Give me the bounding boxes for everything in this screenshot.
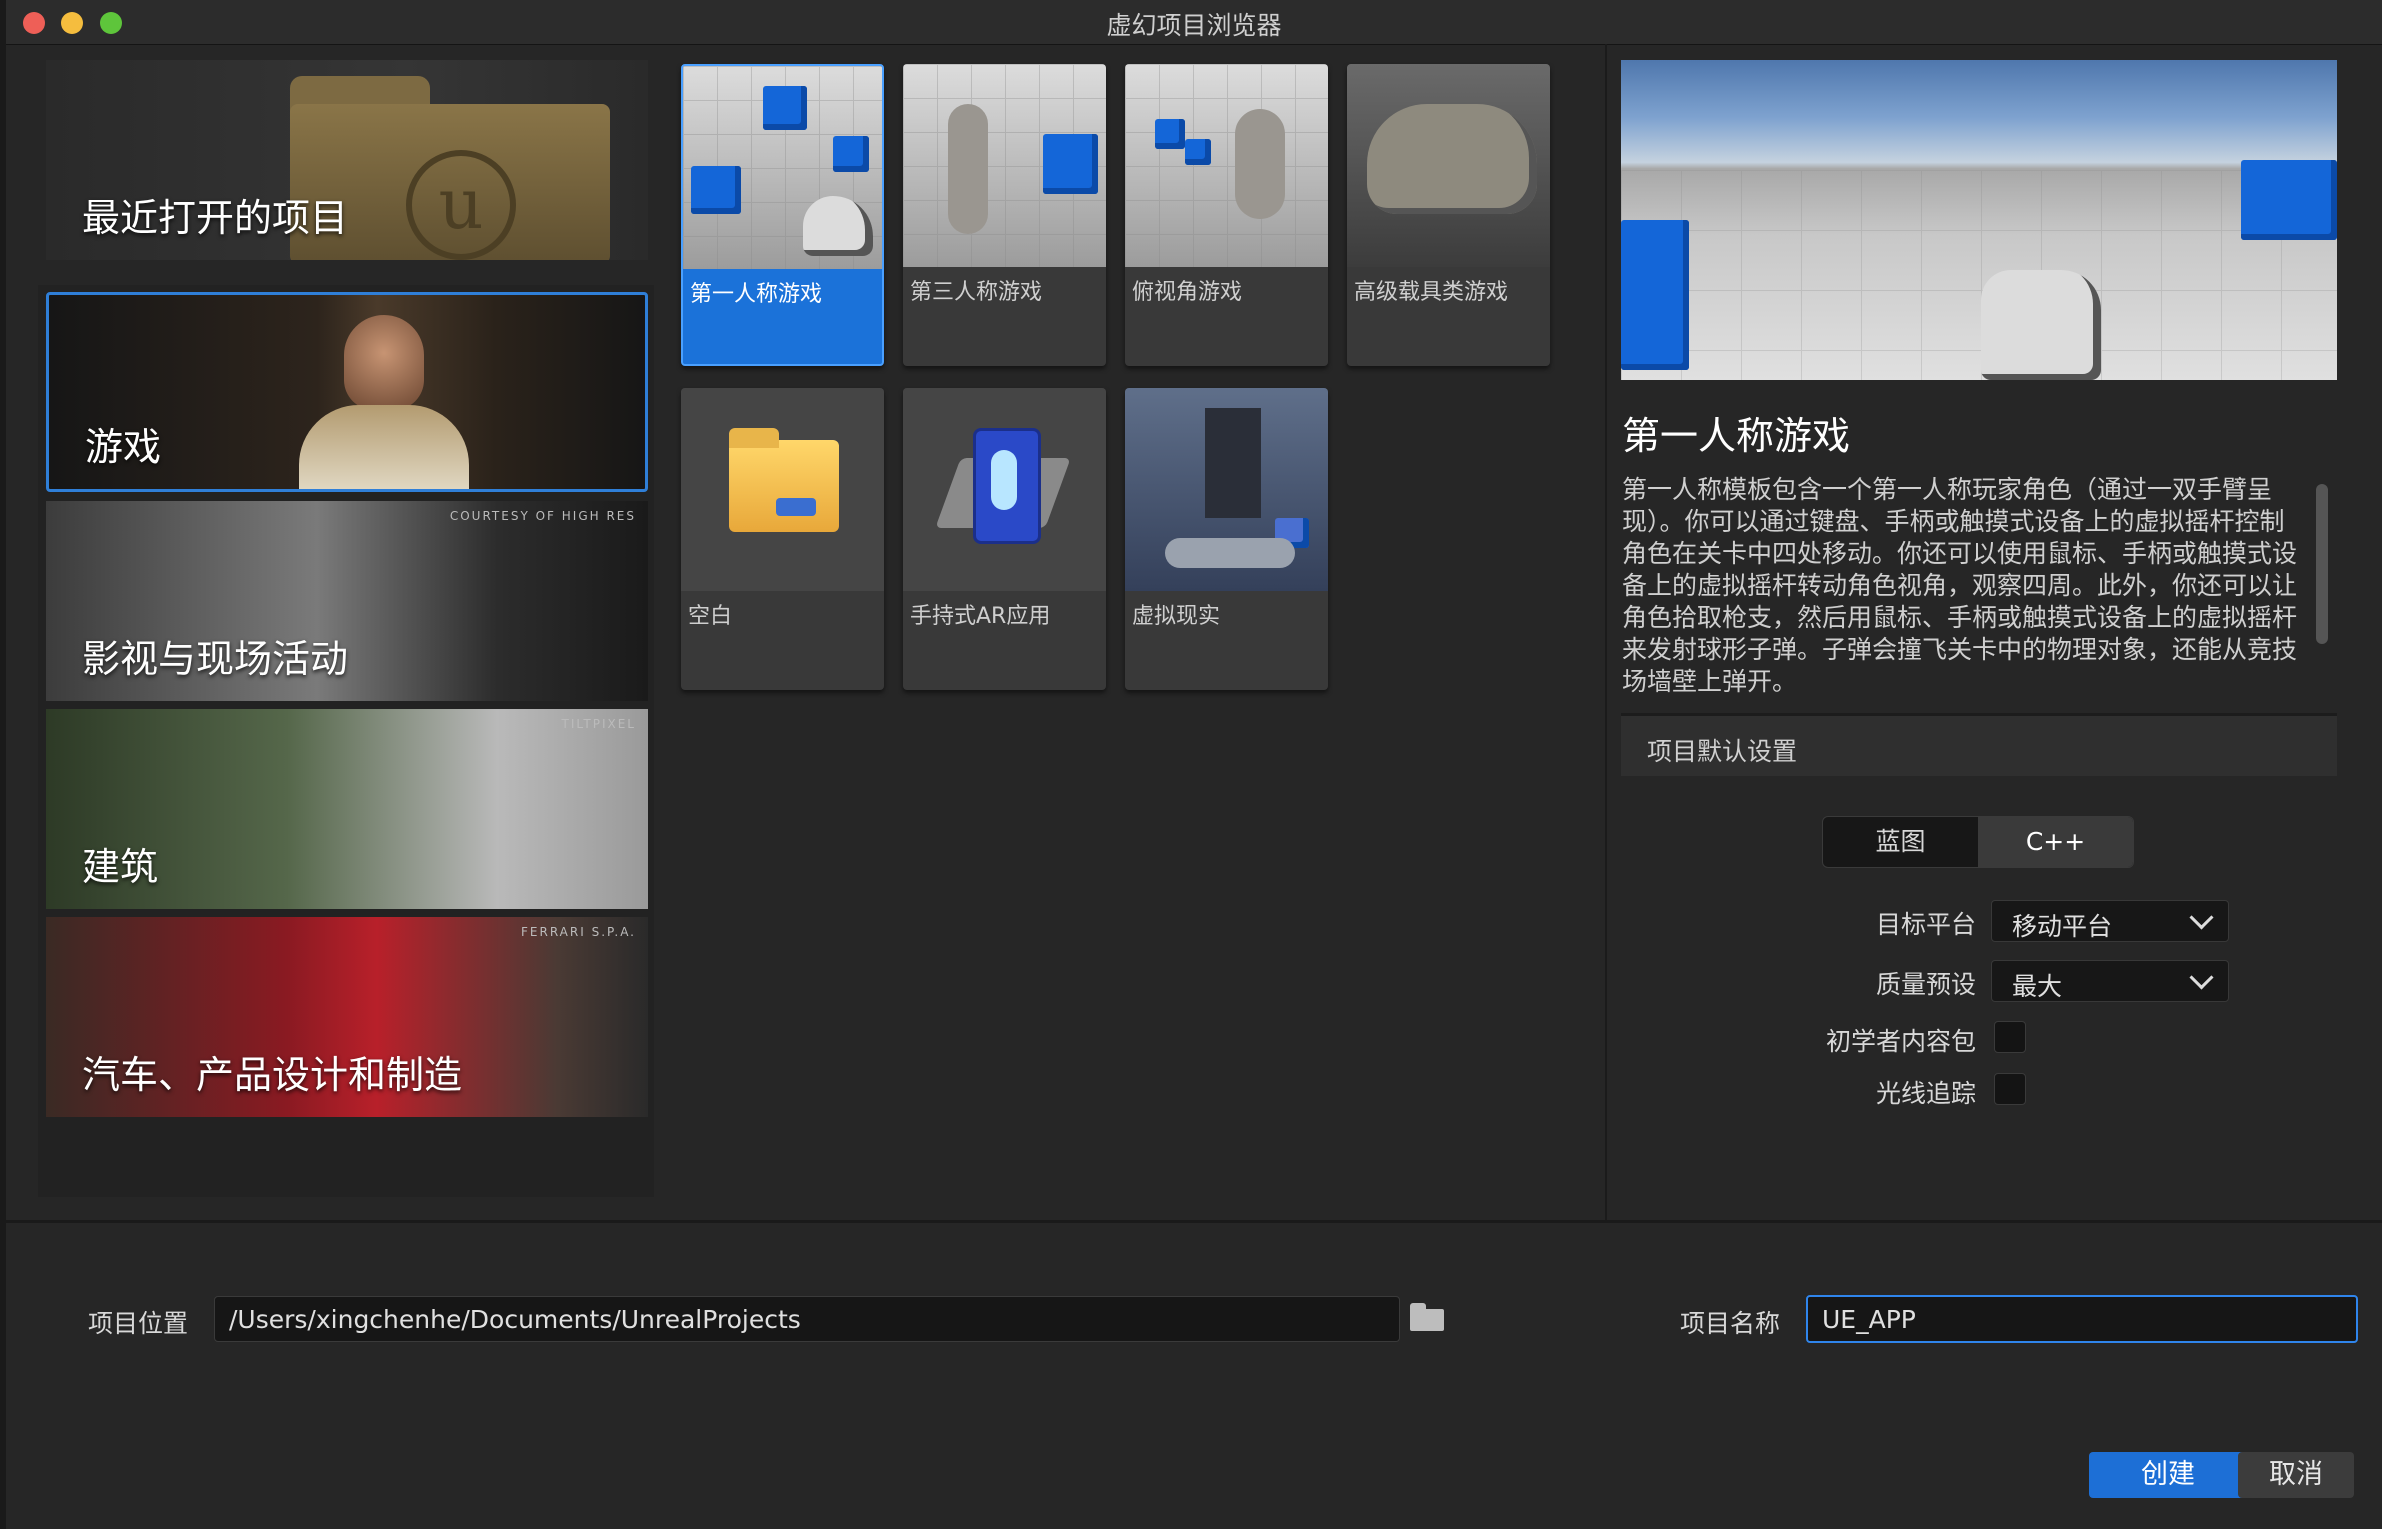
template-vehicle[interactable]: 高级载具类游戏 <box>1347 64 1550 366</box>
project-location-input[interactable] <box>215 1297 1399 1341</box>
toggle-blueprint[interactable]: 蓝图 <box>1823 817 1978 867</box>
template-label: 手持式AR应用 <box>910 604 1051 629</box>
category-architecture[interactable]: TILTPIXEL 建筑 <box>46 709 648 909</box>
template-label: 俯视角游戏 <box>1132 280 1243 305</box>
template-third-person[interactable]: 第三人称游戏 <box>903 64 1106 366</box>
template-first-person[interactable]: 第一人称游戏 <box>681 64 884 366</box>
category-film-live-events[interactable]: COURTESY OF HIGH RES 影视与现场活动 <box>46 501 648 701</box>
template-thumbnail <box>681 388 884 591</box>
template-thumbnail <box>903 64 1106 267</box>
template-title: 第一人称游戏 <box>1622 414 1851 458</box>
template-thumbnail <box>903 388 1106 591</box>
template-handheld-ar[interactable]: 手持式AR应用 <box>903 388 1106 690</box>
template-thumbnail <box>683 66 882 269</box>
title-bar: 虚幻项目浏览器 <box>6 0 2382 45</box>
target-platform-value: 移动平台 <box>2012 912 2113 941</box>
template-thumbnail <box>1125 64 1328 267</box>
template-thumbnail <box>1125 388 1328 591</box>
browse-folder-icon[interactable] <box>1410 1303 1446 1333</box>
cancel-button[interactable]: 取消 <box>2238 1452 2354 1498</box>
quality-preset-label: 质量预设 <box>1875 970 1976 999</box>
image-credit: TILTPIXEL <box>561 717 636 731</box>
quality-preset-dropdown[interactable]: 最大 <box>1991 960 2229 1002</box>
chevron-down-icon <box>2189 905 2214 930</box>
panel-divider <box>1605 44 1607 1220</box>
quality-preset-value: 最大 <box>2012 972 2063 1001</box>
project-location-label: 项目位置 <box>88 1309 189 1338</box>
raytracing-checkbox[interactable] <box>1994 1073 2026 1105</box>
template-label: 虚拟现实 <box>1132 604 1221 629</box>
character-image <box>344 315 424 410</box>
unreal-logo-icon: u <box>406 150 516 260</box>
project-name-field[interactable] <box>1806 1295 2358 1343</box>
category-recent-projects[interactable]: u 最近打开的项目 <box>46 60 648 260</box>
blueprint-cpp-toggle[interactable]: 蓝图 C++ <box>1822 816 2134 868</box>
category-label: 最近打开的项目 <box>82 196 349 240</box>
template-blank[interactable]: 空白 <box>681 388 884 690</box>
character-body-image <box>299 405 469 489</box>
category-label: 影视与现场活动 <box>82 637 349 681</box>
raytracing-label: 光线追踪 <box>1875 1079 1976 1108</box>
template-description: 第一人称模板包含一个第一人称玩家角色（通过一双手臂呈现）。你可以通过键盘、手柄或… <box>1622 475 2298 696</box>
image-credit: COURTESY OF HIGH RES <box>449 509 636 523</box>
category-label: 游戏 <box>85 425 162 469</box>
project-defaults-header[interactable]: 项目默认设置 <box>1621 713 2337 776</box>
project-browser-window: 虚幻项目浏览器 u 最近打开的项目 游戏 COURTESY OF HIGH RE… <box>6 0 2382 1529</box>
category-label: 汽车、产品设计和制造 <box>82 1053 463 1097</box>
description-scrollbar[interactable] <box>2316 484 2328 644</box>
category-games[interactable]: 游戏 <box>46 292 648 492</box>
template-thumbnail <box>1347 64 1550 267</box>
starter-content-label: 初学者内容包 <box>1825 1027 1976 1056</box>
template-label: 空白 <box>688 604 733 629</box>
project-defaults-label: 项目默认设置 <box>1647 737 1798 766</box>
image-credit: FERRARI S.P.A. <box>521 925 636 939</box>
starter-content-checkbox[interactable] <box>1994 1021 2026 1053</box>
template-top-down[interactable]: 俯视角游戏 <box>1125 64 1328 366</box>
target-platform-dropdown[interactable]: 移动平台 <box>1991 900 2229 942</box>
category-automotive[interactable]: FERRARI S.P.A. 汽车、产品设计和制造 <box>46 917 648 1117</box>
window-title: 虚幻项目浏览器 <box>1106 11 1282 40</box>
chevron-down-icon <box>2189 965 2214 990</box>
create-button[interactable]: 创建 <box>2089 1452 2247 1498</box>
project-location-field[interactable] <box>214 1296 1400 1342</box>
template-label: 高级载具类游戏 <box>1354 280 1509 305</box>
toggle-cpp[interactable]: C++ <box>1978 817 2133 867</box>
category-label: 建筑 <box>82 845 159 889</box>
project-name-label: 项目名称 <box>1680 1309 1781 1338</box>
template-preview-image <box>1621 60 2337 380</box>
project-name-input[interactable] <box>1808 1297 2356 1341</box>
template-virtual-reality[interactable]: 虚拟现实 <box>1125 388 1328 690</box>
template-label: 第三人称游戏 <box>910 280 1043 305</box>
template-label: 第一人称游戏 <box>690 282 823 307</box>
target-platform-label: 目标平台 <box>1875 910 1976 939</box>
footer-bar <box>6 1220 2382 1529</box>
